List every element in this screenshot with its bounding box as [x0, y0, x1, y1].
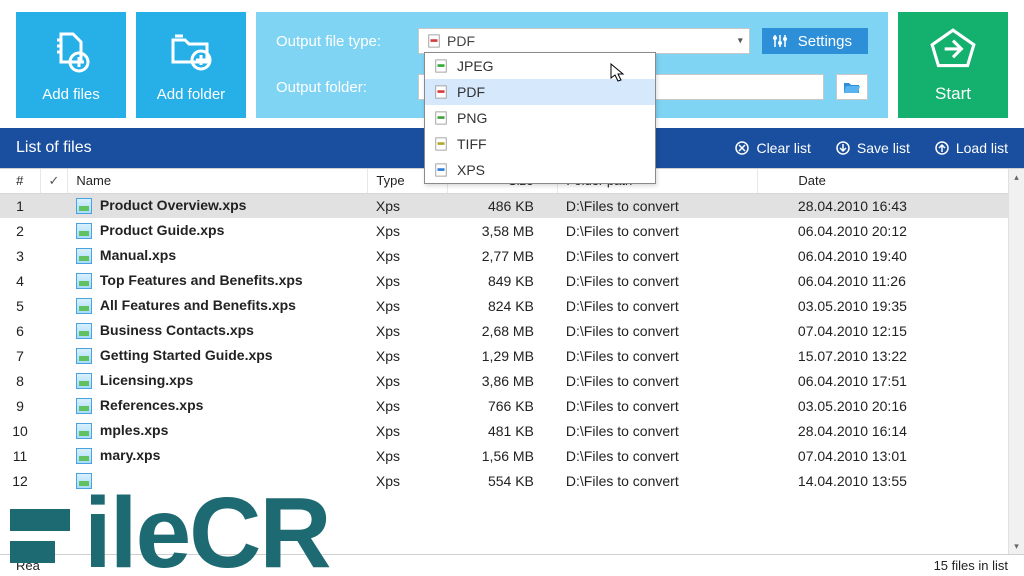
xps-icon: [433, 162, 449, 178]
col-date[interactable]: Date: [758, 169, 1024, 193]
file-icon: [76, 298, 92, 314]
table-row[interactable]: 4Top Features and Benefits.xpsXps849 KBD…: [0, 268, 1024, 293]
clear-list-button[interactable]: Clear list: [734, 140, 810, 156]
browse-folder-button[interactable]: [836, 74, 868, 100]
load-list-button[interactable]: Load list: [934, 140, 1008, 156]
clear-icon: [734, 140, 750, 156]
dropdown-item-png[interactable]: PNG: [425, 105, 655, 131]
settings-button[interactable]: Settings: [762, 28, 868, 54]
table-row[interactable]: 12Xps554 KBD:\Files to convert14.04.2010…: [0, 468, 1024, 493]
file-table-wrap: # ✓ Name Type Size Folder path Date 1Pro…: [0, 168, 1024, 576]
file-table[interactable]: # ✓ Name Type Size Folder path Date 1Pro…: [0, 169, 1024, 493]
file-icon: [76, 473, 92, 489]
status-right: 15 files in list: [934, 558, 1008, 573]
dropdown-item-tiff[interactable]: TIFF: [425, 131, 655, 157]
pdf-icon: [433, 84, 449, 100]
vertical-scrollbar[interactable]: ▴ ▾: [1008, 169, 1024, 554]
col-name[interactable]: Name: [68, 169, 368, 193]
table-row[interactable]: 7Getting Started Guide.xpsXps1,29 MBD:\F…: [0, 343, 1024, 368]
folder-open-icon: [843, 80, 861, 94]
save-icon: [835, 140, 851, 156]
file-icon: [76, 448, 92, 464]
col-number[interactable]: #: [0, 169, 40, 193]
save-list-button[interactable]: Save list: [835, 140, 910, 156]
status-left: Rea: [16, 558, 40, 573]
add-folder-label: Add folder: [157, 86, 225, 103]
output-panel: Output file type: PDF ▾ Settings: [256, 12, 888, 118]
table-row[interactable]: 6Business Contacts.xpsXps2,68 MBD:\Files…: [0, 318, 1024, 343]
table-row[interactable]: 8Licensing.xpsXps3,86 MBD:\Files to conv…: [0, 368, 1024, 393]
tiff-icon: [433, 136, 449, 152]
list-title: List of files: [16, 139, 92, 157]
output-type-select[interactable]: PDF ▾: [418, 28, 750, 54]
table-row[interactable]: 5All Features and Benefits.xpsXps824 KBD…: [0, 293, 1024, 318]
sliders-icon: [772, 33, 788, 49]
table-row[interactable]: 2Product Guide.xpsXps3,58 MBD:\Files to …: [0, 218, 1024, 243]
add-folder-button[interactable]: Add folder: [136, 12, 246, 118]
output-folder-label: Output folder:: [276, 79, 406, 96]
add-files-icon: [47, 28, 95, 76]
file-icon: [76, 223, 92, 239]
file-icon: [76, 348, 92, 364]
load-icon: [934, 140, 950, 156]
file-icon: [76, 273, 92, 289]
settings-label: Settings: [798, 33, 852, 50]
dropdown-item-pdf[interactable]: PDF: [425, 79, 655, 105]
scroll-down-icon[interactable]: ▾: [1009, 538, 1024, 554]
output-type-dropdown[interactable]: JPEGPDFPNGTIFFXPS: [424, 52, 656, 184]
file-icon: [76, 398, 92, 414]
add-files-button[interactable]: Add files: [16, 12, 126, 118]
dropdown-item-xps[interactable]: XPS: [425, 157, 655, 183]
table-row[interactable]: 11mary.xpsXps1,56 MBD:\Files to convert0…: [0, 443, 1024, 468]
file-icon: [76, 198, 92, 214]
chevron-down-icon: ▾: [738, 36, 743, 47]
table-row[interactable]: 10mples.xpsXps481 KBD:\Files to convert2…: [0, 418, 1024, 443]
output-type-value: PDF: [447, 33, 475, 49]
add-files-label: Add files: [42, 86, 100, 103]
file-icon: [76, 248, 92, 264]
start-button[interactable]: Start: [898, 12, 1008, 118]
status-bar: Rea 15 files in list: [0, 554, 1024, 576]
pdf-icon: [427, 34, 441, 48]
file-icon: [76, 423, 92, 439]
dropdown-item-jpeg[interactable]: JPEG: [425, 53, 655, 79]
start-arrow-icon: [928, 26, 978, 76]
table-row[interactable]: 3Manual.xpsXps2,77 MBD:\Files to convert…: [0, 243, 1024, 268]
col-check[interactable]: ✓: [40, 169, 68, 193]
file-icon: [76, 373, 92, 389]
png-icon: [433, 110, 449, 126]
scroll-up-icon[interactable]: ▴: [1009, 169, 1024, 185]
add-folder-icon: [167, 28, 215, 76]
start-label: Start: [935, 84, 971, 104]
table-row[interactable]: 9References.xpsXps766 KBD:\Files to conv…: [0, 393, 1024, 418]
jpeg-icon: [433, 58, 449, 74]
file-icon: [76, 323, 92, 339]
output-type-label: Output file type:: [276, 33, 406, 50]
table-row[interactable]: 1Product Overview.xpsXps486 KBD:\Files t…: [0, 193, 1024, 218]
